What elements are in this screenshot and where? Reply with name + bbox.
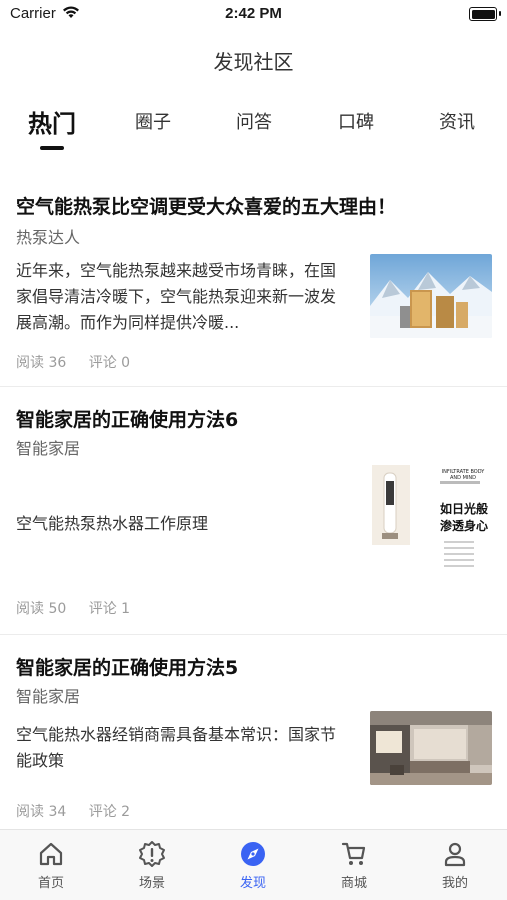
tabbar-label: 场景 <box>138 876 165 891</box>
tabbar-label: 发现 <box>239 876 266 891</box>
post-stats: 阅读 36 评论 0 <box>16 352 148 372</box>
thumbnail-caption-en: INFILTRATE BODY AND MIND <box>441 469 485 481</box>
post-title[interactable]: 智能家居的正确使用方法6 <box>16 405 238 432</box>
post-author[interactable]: 智能家居 <box>16 435 80 459</box>
tabbar-label: 我的 <box>441 876 468 891</box>
compass-icon <box>241 842 265 866</box>
person-icon <box>444 842 466 867</box>
battery-icon <box>469 7 501 21</box>
tabbar-mall[interactable]: 商城 <box>319 840 389 891</box>
post-card[interactable]: 智能家居的正确使用方法6 智能家居 空气能热泵热水器工作原理 INFILTRAT… <box>0 387 507 634</box>
tabbar-label: 商城 <box>340 876 367 891</box>
tab-circles[interactable]: 圈子 <box>131 108 175 134</box>
comment-count[interactable]: 评论 2 <box>89 804 130 820</box>
comment-count[interactable]: 评论 0 <box>89 355 130 371</box>
status-bar: Carrier 2:42 PM <box>0 0 507 28</box>
post-thumbnail[interactable] <box>370 254 492 338</box>
post-title[interactable]: 智能家居的正确使用方法5 <box>16 653 238 680</box>
tabbar-home[interactable]: 首页 <box>16 840 86 891</box>
comment-count[interactable]: 评论 1 <box>89 601 130 617</box>
tabbar-label: 首页 <box>37 876 64 891</box>
tabbar-mine[interactable]: 我的 <box>420 840 490 891</box>
tab-qa[interactable]: 问答 <box>232 108 276 134</box>
bottom-tab-bar: 首页 场景 发现 商城 我的 <box>0 829 507 900</box>
post-title[interactable]: 空气能热泵比空调更受大众喜爱的五大理由！ <box>16 192 396 219</box>
cart-icon <box>341 842 366 865</box>
post-excerpt: 空气能热泵热水器工作原理 <box>16 514 209 533</box>
active-tab-indicator <box>40 146 64 150</box>
tabbar-scenes[interactable]: 场景 <box>117 840 187 891</box>
post-stats: 阅读 34 评论 2 <box>16 801 148 821</box>
read-count: 阅读 50 <box>16 601 67 617</box>
post-author[interactable]: 智能家居 <box>16 683 80 707</box>
tab-reviews[interactable]: 口碑 <box>334 108 378 134</box>
page-title: 发现社区 <box>213 50 294 74</box>
post-excerpt: 近年来，空气能热泵越来越受市场青睐，在国家倡导清洁冷暖下，空气能热泵迎来新一波发… <box>16 261 337 332</box>
category-tabs: 热门 圈子 问答 口碑 资讯 <box>0 108 507 156</box>
read-count: 阅读 34 <box>16 804 67 820</box>
post-author[interactable]: 热泵达人 <box>16 224 80 248</box>
tabbar-discover[interactable]: 发现 <box>218 840 288 891</box>
tab-hot[interactable]: 热门 <box>26 104 78 139</box>
clock: 2:42 PM <box>225 5 282 22</box>
thumbnail-caption-cn: 如日光般渗透身心 <box>439 502 488 533</box>
post-card[interactable]: 智能家居的正确使用方法5 智能家居 空气能热水器经销商需具备基本常识：国家节能政… <box>0 635 507 835</box>
alert-badge-icon <box>139 841 165 867</box>
post-card[interactable]: 空气能热泵比空调更受大众喜爱的五大理由！ 热泵达人 近年来，空气能热泵越来越受市… <box>0 168 507 386</box>
post-excerpt: 空气能热水器经销商需具备基本常识：国家节能政策 <box>16 725 337 770</box>
post-stats: 阅读 50 评论 1 <box>16 598 148 618</box>
home-icon <box>39 842 63 866</box>
post-thumbnail[interactable] <box>370 711 492 785</box>
read-count: 阅读 36 <box>16 355 67 371</box>
post-thumbnail[interactable]: INFILTRATE BODY AND MIND 如日光般渗透身心 <box>370 463 492 581</box>
tab-news[interactable]: 资讯 <box>435 108 479 134</box>
